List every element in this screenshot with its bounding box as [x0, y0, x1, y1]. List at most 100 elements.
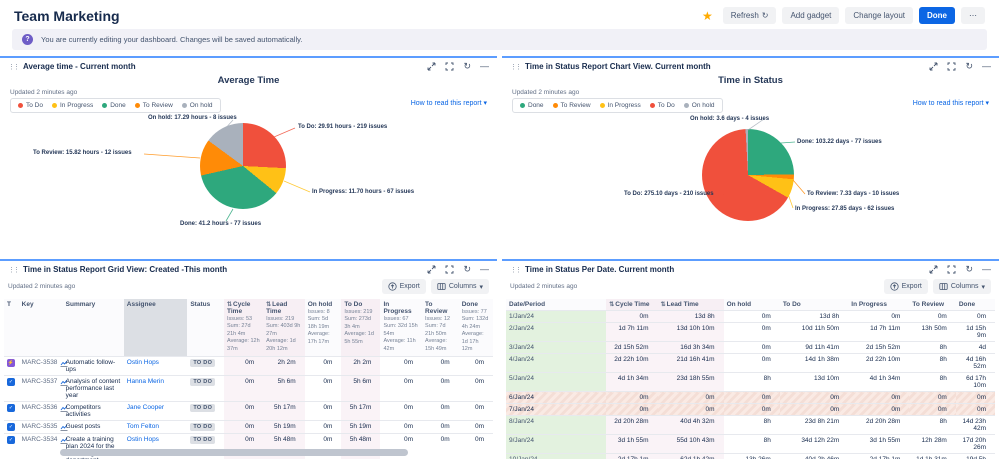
- fullscreen-icon[interactable]: [947, 62, 956, 71]
- time-value-cell: 14d 1h 38m: [780, 354, 848, 373]
- time-value-cell: 0m: [724, 392, 780, 404]
- legend-item-done[interactable]: Done: [102, 102, 126, 109]
- more-button[interactable]: ⋯: [961, 7, 985, 24]
- legend-dot: [650, 103, 655, 108]
- assignee-link[interactable]: Ostin Hops: [127, 436, 159, 443]
- fullscreen-icon[interactable]: [445, 62, 454, 71]
- done-button[interactable]: Done: [919, 7, 955, 24]
- refresh-button[interactable]: Refresh↻: [723, 7, 777, 24]
- time-value-cell: 14d 23h 42m: [956, 416, 995, 435]
- issue-type-cell: ⚡: [4, 356, 19, 375]
- issue-key[interactable]: MARC-3535: [22, 423, 58, 430]
- issue-key[interactable]: MARC-3538: [22, 359, 58, 366]
- gadget-header-bar: ⋮⋮ Average time - Current month ↻ —: [0, 58, 497, 73]
- drag-handle-icon[interactable]: ⋮⋮: [510, 266, 520, 274]
- how-to-read-link[interactable]: How to read this report ▾: [411, 99, 487, 107]
- time-value-cell: 10d 11h 50m: [780, 323, 848, 342]
- drag-handle-icon[interactable]: ⋮⋮: [8, 266, 18, 274]
- assignee-link[interactable]: Ostin Hops: [127, 359, 159, 366]
- refresh-gadget-icon[interactable]: ↻: [463, 265, 471, 274]
- minimize-icon[interactable]: —: [982, 265, 991, 274]
- resize-icon[interactable]: [929, 265, 938, 274]
- legend-item-to-review[interactable]: To Review: [553, 102, 591, 109]
- gadget-grid: ⋮⋮ Average time - Current month ↻ — Aver…: [0, 56, 999, 459]
- horizontal-scrollbar[interactable]: [60, 449, 408, 456]
- sort-icon[interactable]: ⇅: [661, 302, 666, 308]
- column-header-done: Done: [956, 299, 995, 311]
- assignee-link[interactable]: Hanna Merin: [127, 378, 164, 385]
- legend-item-on-hold[interactable]: On hold: [684, 102, 715, 109]
- add-gadget-button[interactable]: Add gadget: [782, 7, 839, 24]
- time-value-cell: 8h: [724, 416, 780, 435]
- refresh-gadget-icon[interactable]: ↻: [965, 62, 973, 71]
- legend-item-in-progress[interactable]: In Progress: [52, 102, 93, 109]
- export-button[interactable]: Export: [382, 279, 426, 294]
- issue-key[interactable]: MARC-3534: [22, 436, 58, 443]
- time-value-cell: 13d 8h: [658, 311, 724, 323]
- minimize-icon[interactable]: —: [480, 265, 489, 274]
- assignee-link[interactable]: Tom Felton: [127, 423, 159, 430]
- task-type-icon: ✓: [7, 423, 15, 431]
- gadget1-pie[interactable]: [200, 123, 286, 209]
- legend-item-to-do[interactable]: To Do: [650, 102, 675, 109]
- time-value-cell: 13h 50m: [909, 323, 955, 342]
- column-label: In Progress: [851, 301, 887, 308]
- column-header-cycle-time[interactable]: ⇅Cycle TimeIssues: 53Sum: 27d 21h 4mAver…: [224, 299, 263, 356]
- resize-icon[interactable]: [427, 265, 436, 274]
- legend-item-on-hold[interactable]: On hold: [182, 102, 213, 109]
- task-type-icon: ✓: [7, 378, 15, 386]
- minimize-icon[interactable]: —: [480, 62, 489, 71]
- gadget2-pie[interactable]: [702, 129, 794, 221]
- drag-handle-icon[interactable]: ⋮⋮: [8, 63, 18, 71]
- legend-item-in-progress[interactable]: In Progress: [600, 102, 641, 109]
- pie-label: Done: 41.2 hours - 77 issues: [180, 221, 261, 227]
- column-header-key: Key: [19, 299, 63, 356]
- fullscreen-icon[interactable]: [445, 265, 454, 274]
- chevron-down-icon: ▾: [479, 283, 483, 291]
- time-value-cell: 0m: [422, 356, 459, 375]
- date-row: 5/Jan/244d 1h 34m23d 18h 55m8h13d 10m4d …: [506, 373, 995, 392]
- assignee-cell: Jane Cooper: [124, 401, 188, 420]
- issue-type-cell: ✓: [4, 401, 19, 420]
- sort-icon[interactable]: ⇅: [609, 302, 614, 308]
- column-header-to-do: To Do: [780, 299, 848, 311]
- issue-key-cell: MARC-3534: [19, 433, 63, 459]
- minimize-icon[interactable]: —: [982, 62, 991, 71]
- gadget-per-date: ⋮⋮ Time in Status Per Date. Current mont…: [502, 259, 999, 459]
- columns-button[interactable]: Columns▾: [431, 279, 489, 294]
- pie-label: To Do: 275.10 days - 210 issues: [624, 191, 714, 197]
- column-header-lead-time[interactable]: ⇅Lead Time: [658, 299, 724, 311]
- date-row: 10/Jan/242d 17h 1m62d 1h 42m13h 26m40d 2…: [506, 454, 995, 459]
- legend-item-to-do[interactable]: To Do: [18, 102, 43, 109]
- refresh-gadget-icon[interactable]: ↻: [965, 265, 973, 274]
- refresh-gadget-icon[interactable]: ↻: [463, 62, 471, 71]
- assignee-link[interactable]: Jane Cooper: [127, 404, 164, 411]
- gadget-header-bar: ⋮⋮ Time in Status Per Date. Current mont…: [502, 261, 999, 276]
- issue-key[interactable]: MARC-3536: [22, 404, 58, 411]
- favorite-star-icon[interactable]: ★: [702, 9, 713, 23]
- how-to-read-link[interactable]: How to read this report ▾: [913, 99, 989, 107]
- time-value-cell: 2d 15h 52m: [848, 342, 909, 354]
- resize-icon[interactable]: [427, 62, 436, 71]
- column-header-lead-time[interactable]: ⇅Lead TimeIssues: 219Sum: 403d 9h 27mAve…: [263, 299, 305, 356]
- legend-item-done[interactable]: Done: [520, 102, 544, 109]
- column-label: Cycle Time: [615, 301, 649, 308]
- legend-item-to-review[interactable]: To Review: [135, 102, 173, 109]
- drag-handle-icon[interactable]: ⋮⋮: [510, 63, 520, 71]
- time-in-status-grid-table: TKeySummaryAssigneeStatus⇅Cycle TimeIssu…: [4, 299, 493, 459]
- change-layout-button[interactable]: Change layout: [845, 7, 913, 24]
- time-value-cell: 0m: [909, 404, 955, 416]
- column-header-cycle-time[interactable]: ⇅Cycle Time: [606, 299, 657, 311]
- date-row: 3/Jan/242d 15h 52m16d 3h 34m0m9d 11h 41m…: [506, 342, 995, 354]
- issue-row: ✓MARC-3535Guest postsTom FeltonTO DO0m5h…: [4, 420, 493, 433]
- fullscreen-icon[interactable]: [947, 265, 956, 274]
- issue-summary-cell: Guest posts: [63, 420, 124, 433]
- resize-icon[interactable]: [929, 62, 938, 71]
- columns-button[interactable]: Columns▾: [933, 279, 991, 294]
- time-value-cell: 5h 19m: [341, 420, 380, 433]
- export-button[interactable]: Export: [884, 279, 928, 294]
- issue-key[interactable]: MARC-3537: [22, 378, 58, 385]
- time-value-cell: 0m: [459, 420, 493, 433]
- time-value-cell: 1d 15h 9m: [956, 323, 995, 342]
- time-value-cell: 1d 7h 11m: [848, 323, 909, 342]
